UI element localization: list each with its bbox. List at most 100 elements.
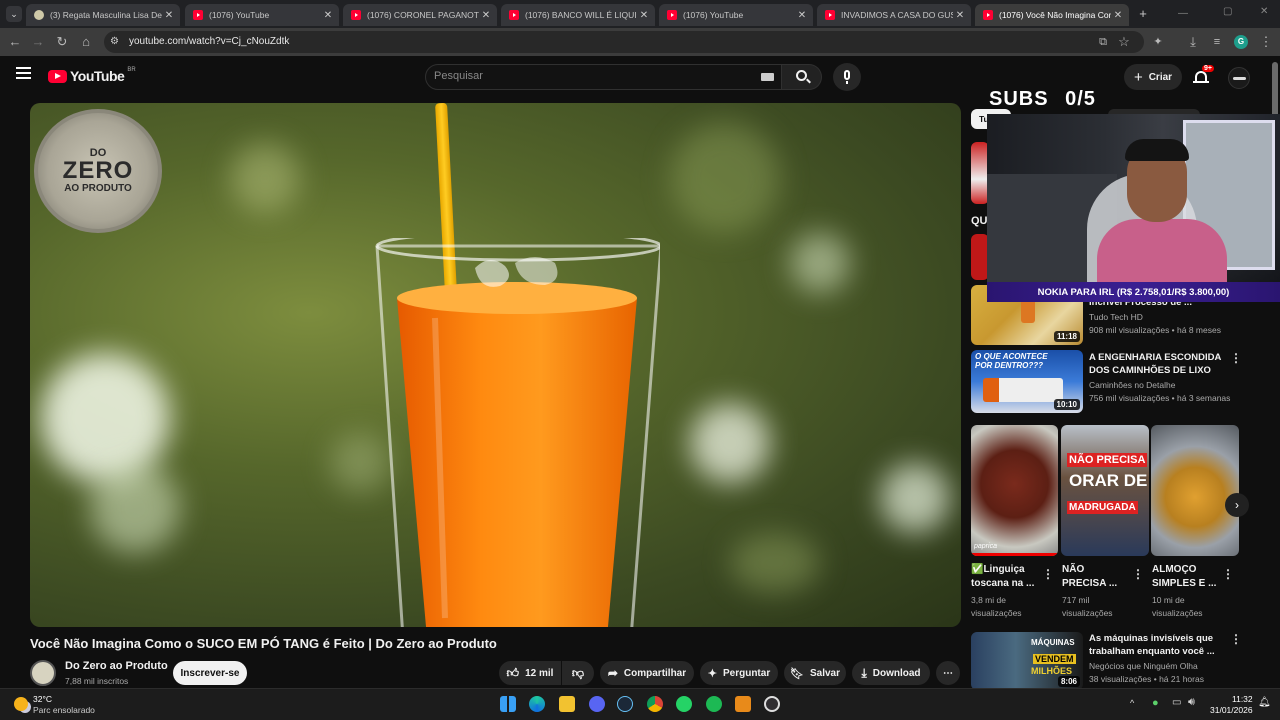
volume-icon[interactable]: 🔊︎ <box>1188 696 1195 709</box>
account-avatar[interactable] <box>1228 67 1250 89</box>
install-app-icon[interactable]: ⧉ <box>1095 34 1111 50</box>
clock-time[interactable]: 11:32 <box>1232 694 1253 704</box>
show-hidden-icons-icon[interactable]: ^ <box>1130 698 1134 708</box>
url-text[interactable]: youtube.com/watch?v=Cj_cNouZdtk <box>129 36 289 47</box>
discord-icon[interactable] <box>589 696 605 712</box>
channel-name[interactable]: Do Zero ao Produto <box>65 660 168 672</box>
home-icon[interactable]: ⌂ <box>78 34 94 50</box>
minimize-window-icon[interactable]: — <box>1178 8 1188 19</box>
browser-tab[interactable]: (3) Regata Masculina Lisa Deco ✕ <box>26 4 180 26</box>
search-button[interactable] <box>782 64 822 90</box>
keyboard-icon[interactable] <box>761 73 774 81</box>
create-button[interactable]: + Criar <box>1124 64 1182 90</box>
browser-tab[interactable]: (1076) YouTube ✕ <box>659 4 813 26</box>
voice-search-button[interactable] <box>833 63 861 91</box>
site-info-icon[interactable]: ⚙ <box>110 36 119 47</box>
microphone-tray-icon[interactable]: ● <box>1152 697 1159 709</box>
bookmark-star-icon[interactable]: ☆ <box>1116 34 1132 50</box>
notifications-button[interactable]: 9+ <box>1193 65 1214 86</box>
share-button[interactable]: ➦ Compartilhar <box>600 661 694 685</box>
youtube-favicon-icon <box>667 10 677 20</box>
browser-menu-icon[interactable]: ⋮ <box>1258 34 1274 50</box>
file-explorer-icon[interactable] <box>559 696 575 712</box>
video-thumbnail[interactable]: O QUE ACONTECE POR DENTRO??? 10:10 <box>971 350 1083 413</box>
weather-description[interactable]: Parc ensolarado <box>33 705 95 715</box>
close-icon[interactable]: ✕ <box>479 10 493 21</box>
channel-name[interactable]: Tudo Tech HD <box>1089 311 1143 324</box>
browser-tab[interactable]: INVADIMOS A CASA DO GUST ✕ <box>817 4 971 26</box>
video-title-line[interactable]: DOS CAMINHÕES DE LIXO <box>1089 364 1211 377</box>
weather-temperature[interactable]: 32°C <box>33 694 52 704</box>
extensions-icon[interactable]: ✦ <box>1150 34 1166 50</box>
more-vertical-icon[interactable]: ⋮ <box>1042 567 1054 581</box>
subscribe-button[interactable]: Inscrever-se <box>173 661 247 685</box>
video-title-line[interactable]: trabalham enquanto você ... <box>1089 645 1215 658</box>
short-thumbnail[interactable] <box>1151 425 1239 556</box>
close-icon[interactable]: ✕ <box>953 10 967 21</box>
back-arrow-icon[interactable]: ← <box>7 34 23 50</box>
more-vertical-icon[interactable]: ⋮ <box>1132 567 1144 581</box>
like-button[interactable]: 👍︎ 12 mil <box>499 661 561 685</box>
media-controls-icon[interactable]: ≡ <box>1209 34 1225 50</box>
channel-name[interactable]: Negócios que Ninguém Olha <box>1089 660 1198 673</box>
video-title-line[interactable]: A ENGENHARIA ESCONDIDA <box>1089 351 1221 364</box>
video-player[interactable]: DO ZERO AO PRODUTO <box>30 103 961 627</box>
steam-icon[interactable] <box>617 696 633 712</box>
short-title-line[interactable]: PRECISA ... <box>1062 577 1117 590</box>
short-title-line[interactable]: ✅Linguiça <box>971 563 1025 576</box>
shorts-next-button[interactable]: › <box>1225 493 1249 517</box>
maximize-window-icon[interactable]: ▢ <box>1223 6 1232 17</box>
browser-tab[interactable]: (1076) YouTube ✕ <box>185 4 339 26</box>
page-scrollbar[interactable] <box>1272 62 1278 118</box>
browser-tab[interactable]: (1076) CORONEL PAGANOTTO ✕ <box>343 4 497 26</box>
short-title-line[interactable]: ALMOÇO <box>1152 563 1196 576</box>
browser-tab-active[interactable]: (1076) Você Não Imagina Com ✕ <box>975 4 1129 26</box>
app-orange-icon[interactable] <box>735 696 751 712</box>
forward-arrow-icon[interactable]: → <box>30 34 46 50</box>
short-title-line[interactable]: SIMPLES E ... <box>1152 577 1216 590</box>
new-tab-button[interactable]: + <box>1135 6 1151 22</box>
close-icon[interactable]: ✕ <box>321 10 335 21</box>
chrome-icon[interactable] <box>647 696 663 712</box>
channel-avatar[interactable] <box>30 660 56 686</box>
save-button[interactable]: 🔖︎ Salvar <box>784 661 846 685</box>
close-window-icon[interactable]: ✕ <box>1260 6 1268 17</box>
more-vertical-icon[interactable]: ⋮ <box>1222 567 1234 581</box>
close-icon[interactable]: ✕ <box>795 10 809 21</box>
short-thumbnail[interactable]: NÃO PRECISA ORAR DE MADRUGADA <box>1061 425 1149 556</box>
close-icon[interactable]: ✕ <box>162 10 176 21</box>
more-vertical-icon[interactable]: ⋮ <box>1230 351 1242 365</box>
clock-date[interactable]: 31/01/2026 <box>1210 705 1253 715</box>
dislike-button[interactable]: 👎︎ <box>562 661 594 685</box>
streamer-webcam-overlay <box>987 114 1280 284</box>
short-thumbnail[interactable]: paprica <box>971 425 1058 556</box>
obs-studio-icon[interactable] <box>764 696 780 712</box>
video-thumbnail[interactable]: MÁQUINAS VENDEM MILHÕES 8:06 <box>971 632 1083 690</box>
more-vertical-icon[interactable]: ⋮ <box>1230 632 1242 646</box>
windows-start-icon[interactable] <box>500 696 516 712</box>
ask-button[interactable]: ✦ Perguntar <box>700 661 778 685</box>
edge-browser-icon[interactable] <box>529 696 545 712</box>
network-icon[interactable]: ▭ <box>1172 697 1181 708</box>
close-icon[interactable]: ✕ <box>637 10 651 21</box>
hamburger-menu-icon[interactable] <box>16 67 31 79</box>
spotify-icon[interactable] <box>706 696 722 712</box>
channel-name[interactable]: Caminhões no Detalhe <box>1089 379 1175 392</box>
download-icon[interactable]: ⤓ <box>1185 34 1201 50</box>
short-title-line[interactable]: toscana na ... <box>971 577 1034 590</box>
browser-tab[interactable]: (1076) BANCO WILL É LIQUIDA ✕ <box>501 4 655 26</box>
reload-icon[interactable]: ↻ <box>54 34 70 50</box>
weather-sun-icon[interactable] <box>14 697 28 711</box>
search-input[interactable]: Pesquisar <box>434 70 483 82</box>
youtube-logo[interactable]: YouTube BR <box>48 67 136 84</box>
thumbnail-caption: MÁQUINAS <box>1031 638 1075 647</box>
tab-list-dropdown[interactable]: ⌄ <box>6 6 22 22</box>
whatsapp-icon[interactable] <box>676 696 692 712</box>
more-actions-button[interactable]: ⋯ <box>936 661 960 685</box>
close-icon[interactable]: ✕ <box>1111 10 1125 21</box>
download-button[interactable]: ⤓ Download <box>852 661 930 685</box>
notification-center-icon[interactable]: 🔔︎ <box>1258 697 1271 708</box>
short-title-line[interactable]: NÃO <box>1062 563 1084 576</box>
profile-avatar[interactable]: G <box>1234 35 1248 49</box>
video-title-line[interactable]: As máquinas invisíveis que <box>1089 632 1213 645</box>
